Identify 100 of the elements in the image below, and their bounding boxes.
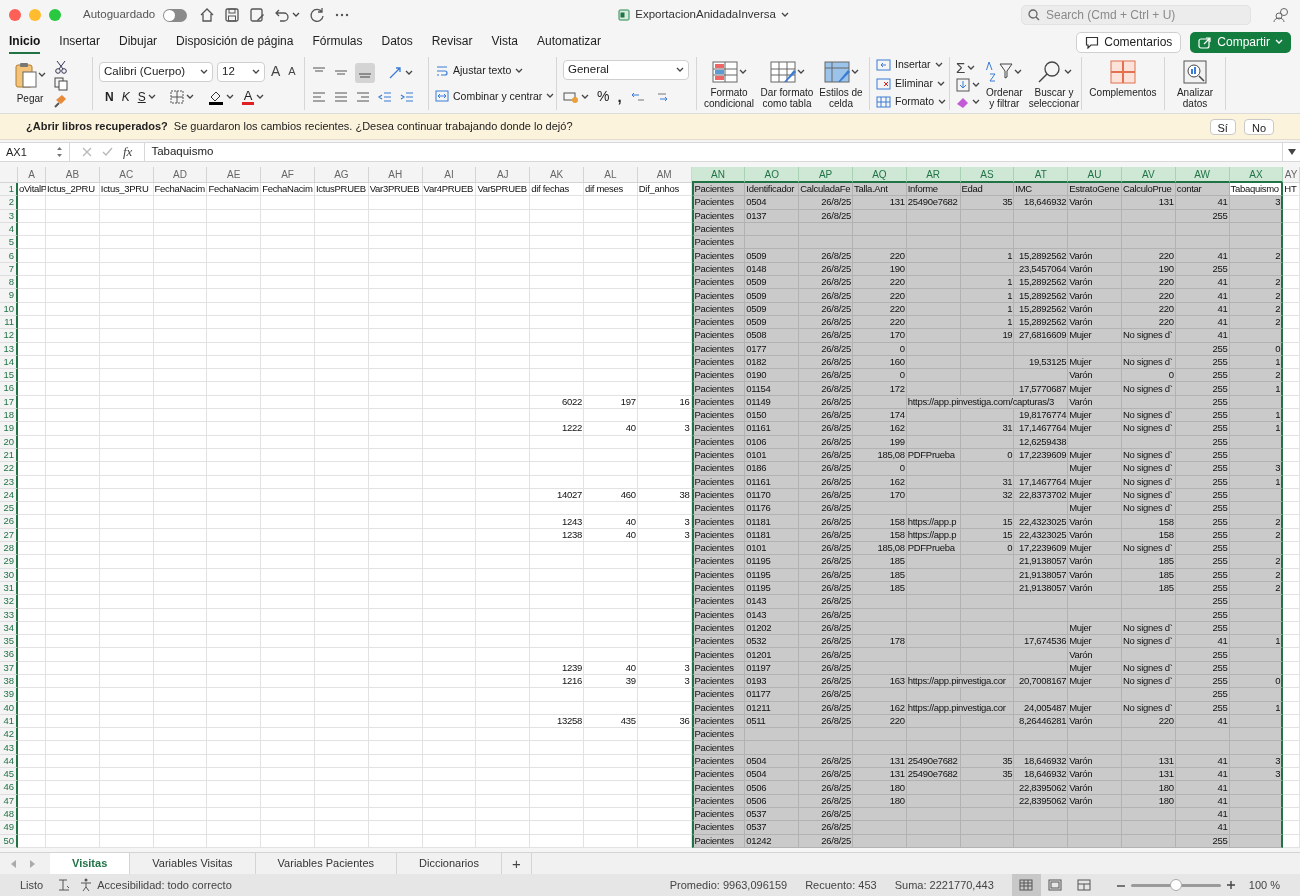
format-painter-icon[interactable] <box>54 93 68 108</box>
borders-icon[interactable] <box>169 90 184 104</box>
row-header[interactable]: 22 <box>0 462 18 476</box>
ribbon-tab[interactable]: Fórmulas <box>312 30 363 54</box>
name-box[interactable]: AX1 <box>0 143 70 161</box>
active-cell[interactable]: Tabaquismo <box>1229 183 1284 197</box>
number-format-dropdown[interactable]: General <box>563 60 689 80</box>
row-header[interactable]: 49 <box>0 821 18 835</box>
column-header[interactable]: AN <box>691 167 746 183</box>
column-header[interactable]: AD <box>153 167 208 183</box>
row-header[interactable]: 35 <box>0 635 18 649</box>
column-header[interactable]: AB <box>46 167 100 183</box>
redo-icon[interactable] <box>309 7 326 23</box>
caret-icon[interactable] <box>676 67 684 73</box>
ribbon-tab[interactable]: Vista <box>491 30 518 54</box>
formula-field[interactable]: Tabaquismo <box>145 143 1282 161</box>
caret-icon[interactable] <box>850 69 859 75</box>
cells-button[interactable]: Formato <box>876 94 947 111</box>
caret-icon[interactable] <box>936 80 945 87</box>
ribbon-tab[interactable]: Insertar <box>59 30 101 54</box>
caret-icon[interactable] <box>546 93 555 100</box>
column-header[interactable]: AO <box>745 167 800 183</box>
row-header[interactable]: 45 <box>0 768 18 782</box>
comments-button[interactable]: Comentarios <box>1076 31 1182 53</box>
ribbon-tab[interactable]: Datos <box>381 30 413 54</box>
insert-function-button[interactable]: fx <box>123 142 133 162</box>
autosave-toggle[interactable] <box>163 8 188 22</box>
caret-icon[interactable] <box>972 82 980 88</box>
ribbon-button[interactable]: Analizar datos <box>1171 60 1219 109</box>
caret-icon[interactable] <box>292 12 301 18</box>
caret-icon[interactable] <box>780 12 789 18</box>
ribbon-button[interactable]: Ordenar y filtrar <box>986 60 1023 109</box>
column-header[interactable]: AF <box>261 167 315 183</box>
style-button[interactable]: Dar formato como tabla <box>759 60 815 109</box>
column-header[interactable]: A <box>18 167 46 183</box>
column-header[interactable]: AX <box>1229 167 1284 183</box>
underline-button[interactable]: S <box>137 88 146 106</box>
ribbon-tab[interactable]: Inicio <box>9 30 41 54</box>
column-header[interactable]: AW <box>1175 167 1230 183</box>
grow-font-button[interactable]: A <box>269 61 283 82</box>
people-icon[interactable] <box>1273 7 1291 23</box>
row-header[interactable]: 26 <box>0 515 18 529</box>
font-dropdown[interactable]: Calibri (Cuerpo) <box>99 61 213 82</box>
caret-icon[interactable] <box>1063 69 1072 75</box>
caret-icon[interactable] <box>147 94 156 100</box>
shrink-font-button[interactable]: A <box>286 63 298 80</box>
caret-icon[interactable] <box>1014 69 1023 75</box>
caret-icon[interactable] <box>256 94 265 100</box>
row-header[interactable]: 19 <box>0 422 18 436</box>
row-header[interactable]: 25 <box>0 502 18 516</box>
ribbon-tab[interactable]: Revisar <box>431 30 473 54</box>
ribbon-tab[interactable]: Automatizar <box>537 30 602 54</box>
column-header[interactable]: AC <box>99 167 154 183</box>
column-header[interactable]: AV <box>1121 167 1176 183</box>
row-header[interactable]: 28 <box>0 542 18 556</box>
caret-icon[interactable] <box>185 94 194 100</box>
row-header[interactable]: 1 <box>0 183 18 197</box>
caret-icon[interactable] <box>405 69 413 76</box>
caret-icon[interactable] <box>200 68 208 75</box>
caret-icon[interactable] <box>581 93 589 100</box>
caret-icon[interactable] <box>938 99 947 106</box>
accessibility-status[interactable]: Accesibilidad: todo correcto <box>97 876 232 894</box>
row-header[interactable]: 8 <box>0 276 18 290</box>
column-header[interactable]: AH <box>368 167 423 183</box>
merge-center-button[interactable]: Combinar y centrar <box>435 88 555 105</box>
column-header[interactable]: AP <box>799 167 853 183</box>
scissors-icon[interactable] <box>54 59 68 74</box>
ribbon-button[interactable]: Buscar y seleccionar <box>1028 60 1080 109</box>
column-header[interactable]: AR <box>906 167 961 183</box>
column-header[interactable]: AK <box>530 167 584 183</box>
ribbon-tab[interactable]: Dibujar <box>119 30 158 54</box>
home-icon[interactable] <box>199 7 216 23</box>
wrap-text-button[interactable]: Ajustar texto <box>435 62 524 79</box>
column-header[interactable]: AQ <box>852 167 907 183</box>
row-header[interactable]: 46 <box>0 781 18 795</box>
fill-down-icon[interactable] <box>956 78 970 92</box>
row-header[interactable]: 15 <box>0 369 18 383</box>
fill-color-icon[interactable] <box>207 89 224 105</box>
style-button[interactable]: Formato condicional <box>703 60 755 109</box>
column-header[interactable]: AJ <box>476 167 531 183</box>
font-size-dropdown[interactable]: 12 <box>217 61 265 82</box>
caret-icon[interactable] <box>225 94 234 100</box>
stepper-icon[interactable] <box>56 146 63 158</box>
percent-button[interactable]: % <box>597 86 610 107</box>
bold-button[interactable]: N <box>105 88 114 106</box>
column-header[interactable]: AM <box>637 167 692 183</box>
close-button[interactable] <box>9 9 21 21</box>
row-header[interactable]: 29 <box>0 555 18 569</box>
orientation-icon[interactable] <box>387 64 403 81</box>
caret-icon[interactable] <box>515 67 524 74</box>
caret-icon[interactable] <box>796 69 805 75</box>
column-header[interactable]: AG <box>315 167 369 183</box>
paste-button[interactable]: Pegar <box>14 61 46 106</box>
macro-icon[interactable] <box>57 878 72 892</box>
style-button[interactable]: Estilos de celda <box>819 60 863 109</box>
row-header[interactable]: 5 <box>0 236 18 250</box>
view-button[interactable] <box>1011 874 1041 896</box>
sheet-tab[interactable]: Visitas <box>50 853 131 874</box>
search-field[interactable]: Search (Cmd + Ctrl + U) <box>1021 5 1251 25</box>
caret-icon[interactable] <box>252 68 260 75</box>
